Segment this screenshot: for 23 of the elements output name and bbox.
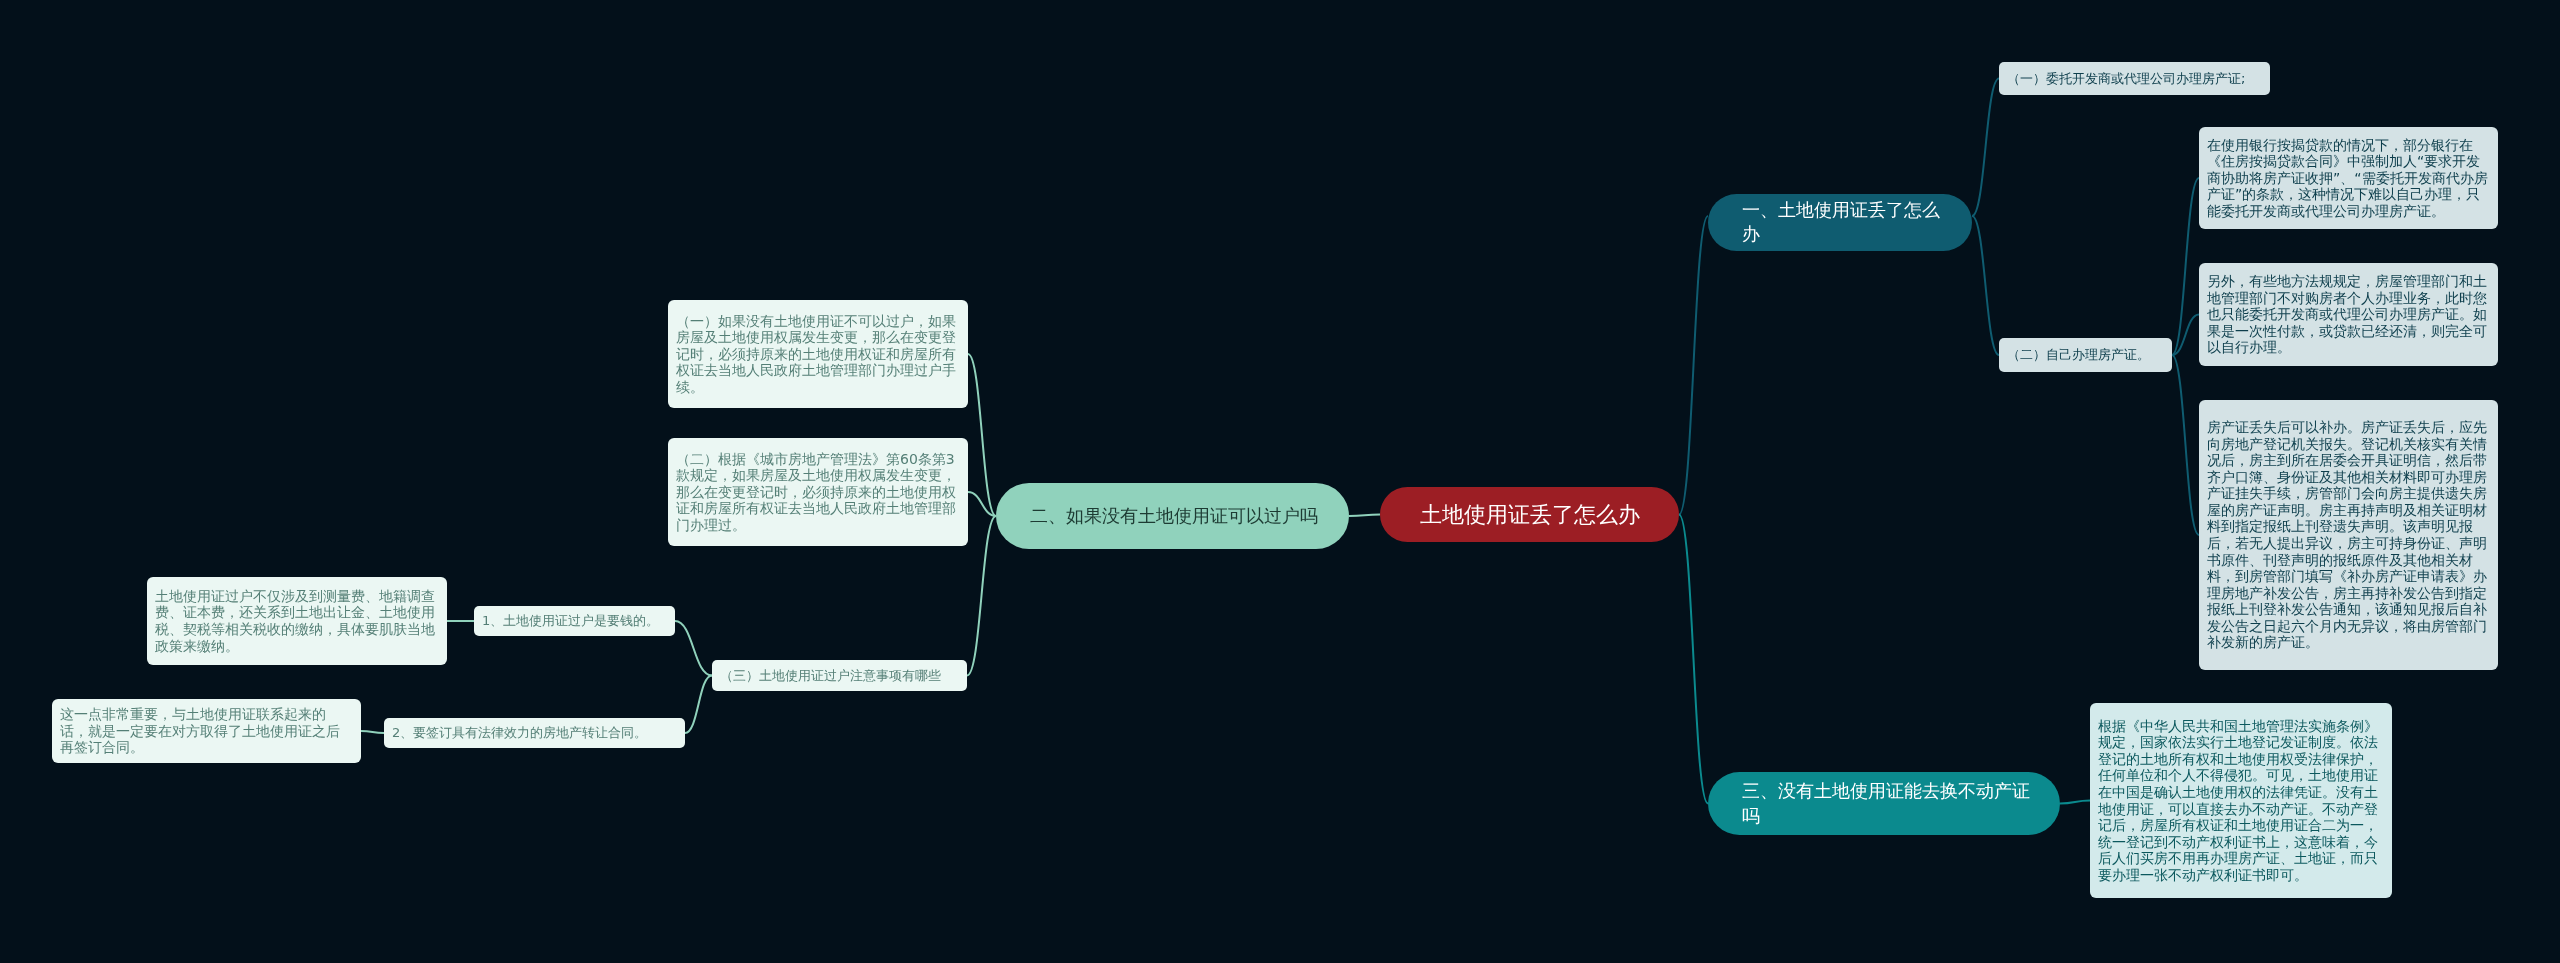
subtopic-node[interactable]: 1、土地使用证过户是要钱的。 (474, 606, 675, 636)
branch-topic[interactable]: 三、没有土地使用证能去换不动产证吗 (1708, 772, 2060, 835)
subtopic-node[interactable]: （一）委托开发商或代理公司办理房产证; (1999, 62, 2270, 95)
connector-line (1348, 513, 1381, 517)
subtopic-node[interactable]: （三）土地使用证过户注意事项有哪些 (712, 660, 967, 691)
central-topic[interactable]: 土地使用证丢了怎么办 (1380, 487, 1679, 542)
note-card[interactable]: 这一点非常重要，与土地使用证联系起来的话，就是一定要在对方取得了土地使用证之后再签订合同。 (52, 699, 361, 763)
connector-line (446, 620, 475, 622)
note-card[interactable]: 房产证丢失后可以补办。房产证丢失后，应先向房地产登记机关报失。登记机关核实有关情况后，房主到所在居委会开具证明信，然后带齐户口簿、身份证及其他相关材料即可办理房产证挂失手续，房管部门会向房主提供遗失房屋的房产证声明。房主再持声明及相关证明材料到指定报纸上刊登遗失声明。该声明见报后，若无人提出异议，房主可持身份证、声明书原件、刊登声明的报纸原件及其他相关材料，到房管部门填写《补办房产证申请表》办理房地产补发公告，房主再持补发公告到指定报纸上刊登补发公告通知，该通知见报后自补发公告之日起六个月内无异议，将由房管部门补发新的房产证。 (2199, 400, 2498, 670)
branch-topic[interactable]: 一、土地使用证丢了怎么办 (1708, 194, 1972, 251)
connector-line (674, 620, 713, 677)
connector-line (360, 730, 385, 734)
subtopic-node[interactable]: 2、要签订具有法律效力的房地产转让合同。 (384, 718, 685, 748)
note-card[interactable]: 根据《中华人民共和国土地管理法实施条例》规定，国家依法实行土地登记发证制度。依法登记的土地所有权和土地使用权受法律保护，任何单位和个人不得侵犯。可见，土地使用证在中国是确认土地使用权的法律凭证。没有土地使用证，可以直接去办不动产证。不动产登记后，房屋所有权证和土地使用证合二为一，统一登记到不动产权利证书上，这意味着，今后人们买房不用再办理房产证、土地证，而只要办理一张不动产权利证书即可。 (2090, 703, 2392, 898)
connector-line (2059, 799, 2091, 805)
subtopic-node[interactable]: （二）自己办理房产证。 (1999, 338, 2172, 372)
note-card[interactable]: （一）如果没有土地使用证不可以过户，如果房屋及土地使用权属发生变更，那么在变更登记时，必须持原来的土地使用权证和房屋所有权证去当地人民政府土地管理部门办理过户手续。 (668, 300, 968, 408)
note-card[interactable]: 另外，有些地方法规规定，房屋管理部门和土地管理部门不对购房者个人办理业务，此时您也只能委托开发商或代理公司办理房产证。如果是一次性付款，或贷款已经还清，则完全可以自行办理。 (2199, 263, 2498, 366)
note-card[interactable]: 在使用银行按揭贷款的情况下，部分银行在《住房按揭贷款合同》中强制加人“要求开发商协助将房产证收押”、“需委托开发商代办房产证”的条款，这种情况下难以自己办理，只能委托开发商或代理公司办理房产证。 (2199, 127, 2498, 229)
note-card[interactable]: 土地使用证过户不仅涉及到测量费、地籍调查费、证本费，还关系到土地出让金、土地使用税、契税等相关税收的缴纳，具体要肌肤当地政策来缴纳。 (147, 577, 447, 665)
connector-line (684, 674, 713, 734)
note-card[interactable]: （二）根据《城市房地产管理法》第60条第3款规定，如果房屋及土地使用权属发生变更，那么在变更登记时，必须持原来的土地使用权证和房屋所有权证去当地人民政府土地管理部门办理过。 (668, 438, 968, 546)
branch-topic[interactable]: 二、如果没有土地使用证可以过户吗 (996, 483, 1349, 549)
